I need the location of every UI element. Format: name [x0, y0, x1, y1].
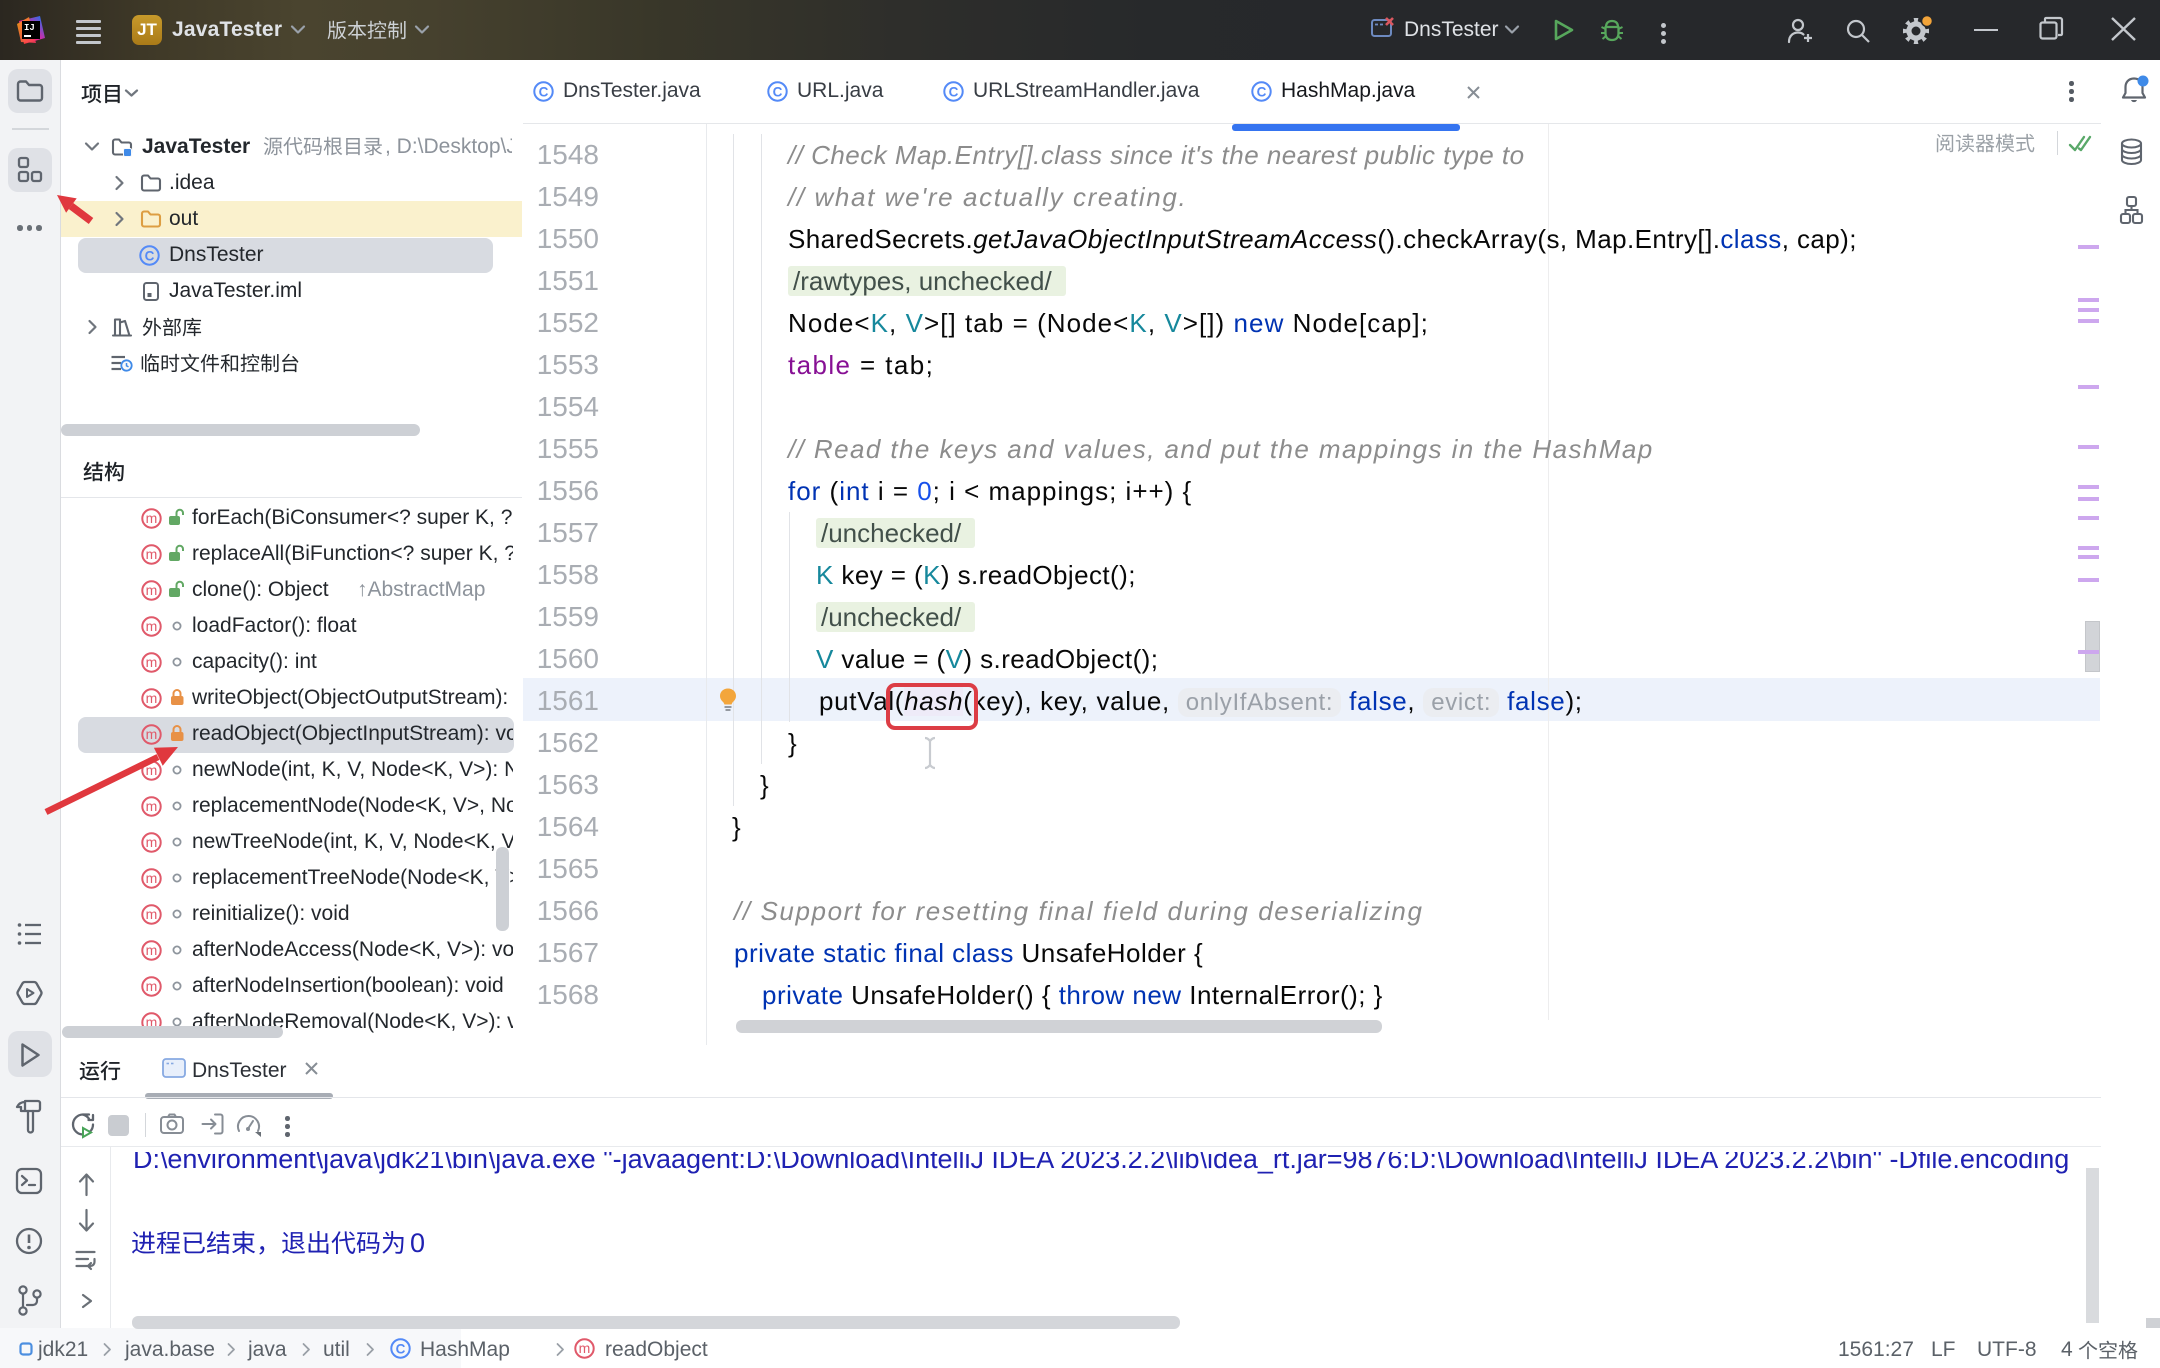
svg-text:C: C: [1257, 85, 1267, 100]
svg-text:m: m: [146, 942, 158, 958]
svg-text:m: m: [146, 690, 158, 706]
svg-text:m: m: [146, 654, 158, 670]
svg-text:m: m: [146, 870, 158, 886]
svg-text:C: C: [539, 85, 549, 100]
svg-text:C: C: [949, 85, 959, 100]
svg-text:m: m: [146, 906, 158, 922]
svg-text:C: C: [145, 249, 155, 264]
svg-text:m: m: [146, 618, 158, 634]
svg-text:m: m: [146, 834, 158, 850]
svg-text:m: m: [579, 1340, 591, 1356]
svg-text:m: m: [146, 510, 158, 526]
svg-text:C: C: [773, 85, 783, 100]
svg-text:m: m: [146, 582, 158, 598]
svg-text:m: m: [146, 546, 158, 562]
svg-text:IJ: IJ: [24, 23, 35, 33]
svg-text:m: m: [146, 978, 158, 994]
svg-text:C: C: [396, 1342, 406, 1357]
